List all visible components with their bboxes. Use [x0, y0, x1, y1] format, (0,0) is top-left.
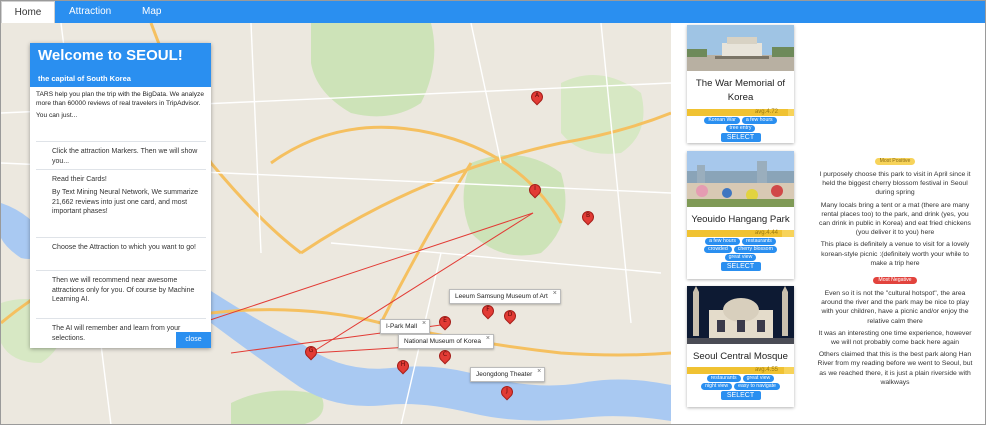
- select-button[interactable]: SELECT: [720, 262, 761, 271]
- close-icon[interactable]: ×: [537, 368, 541, 375]
- rating-bar: avg.4.72: [687, 109, 794, 116]
- map-marker-f[interactable]: F: [479, 302, 497, 321]
- card-photo: [687, 151, 794, 207]
- tag[interactable]: easy to navigate: [734, 383, 780, 390]
- tag[interactable]: crowded: [704, 246, 732, 253]
- attraction-card[interactable]: The War Memorial of Korea avg.4.72 Korea…: [687, 25, 794, 143]
- map-infowindow: National Museum of Korea ×: [398, 334, 494, 349]
- welcome-step: Then we will recommend near awesome attr…: [36, 270, 206, 318]
- tag[interactable]: Korean War: [704, 117, 740, 124]
- card-photo: [687, 25, 794, 71]
- tag-list: Korean War a few hours tree entry: [687, 116, 794, 133]
- close-icon[interactable]: ×: [422, 320, 426, 327]
- welcome-step: By Text Mining Neural Network, We summar…: [52, 189, 199, 215]
- welcome-intro: TARS help you plan the trip with the Big…: [36, 91, 208, 121]
- map-infowindow: Jeongdong Theater ×: [470, 367, 546, 382]
- tab-map[interactable]: Map: [142, 1, 161, 23]
- infowindow-label: Jeongdong Theater: [476, 371, 533, 378]
- map-marker-a[interactable]: A: [528, 88, 546, 107]
- map-infowindow: I-Park Mall ×: [380, 319, 431, 334]
- close-icon[interactable]: ×: [553, 290, 557, 297]
- welcome-title: Welcome to SEOUL!: [38, 47, 183, 64]
- welcome-intro-lead: You can just...: [36, 112, 78, 120]
- welcome-header: Welcome to SEOUL! the capital of South K…: [30, 43, 211, 87]
- card-title: The War Memorial of Korea: [695, 78, 786, 103]
- welcome-step: Choose the Attraction to which you want …: [36, 237, 206, 269]
- review-text: This place is definitely a venue to visi…: [820, 241, 970, 267]
- infowindow-label: I-Park Mall: [386, 323, 418, 330]
- review-text: It was an interesting one time experienc…: [818, 329, 972, 347]
- negative-badge: Most Negative: [873, 277, 917, 285]
- map-marker-e[interactable]: E: [436, 313, 454, 332]
- tag[interactable]: cherry blossom: [733, 246, 777, 253]
- rating-average: avg.4.72: [754, 109, 778, 115]
- review-text: I purposely choose this park to visit in…: [819, 171, 971, 197]
- card-photo: [687, 286, 794, 344]
- map-infowindow: Leeum Samsung Museum of Art ×: [449, 289, 561, 304]
- map-marker-c[interactable]: C: [436, 347, 454, 366]
- map-marker-b[interactable]: B: [579, 208, 597, 227]
- map-marker-j[interactable]: J: [498, 383, 516, 402]
- map-marker-d[interactable]: D: [501, 307, 519, 326]
- tag-list: restaurants great view night view easy to …: [687, 374, 794, 391]
- welcome-step: Read their Cards!: [36, 169, 206, 186]
- tag-list: a few hours restaurants crowded cherry blo…: [687, 237, 794, 262]
- review-text: Many locals bring a tent or a mat (there…: [819, 201, 971, 237]
- infowindow-label: National Museum of Korea: [404, 338, 481, 345]
- card-title: Yeouido Hangang Park: [691, 214, 790, 225]
- infowindow-label: Leeum Samsung Museum of Art: [455, 293, 548, 300]
- rating-bar: avg.4.44: [687, 230, 794, 237]
- tag[interactable]: restaurants: [706, 375, 741, 382]
- welcome-subtitle: the capital of South Korea: [38, 74, 131, 83]
- welcome-body: TARS help you plan the trip with the Big…: [30, 87, 211, 348]
- welcome-panel: Welcome to SEOUL! the capital of South K…: [30, 43, 211, 348]
- review-panel: Most Positive I purposely choose this pa…: [815, 149, 975, 387]
- map-marker-i[interactable]: I: [526, 181, 544, 200]
- tag[interactable]: restaurants: [741, 238, 776, 245]
- tag[interactable]: a few hours: [705, 238, 740, 245]
- positive-badge: Most Positive: [874, 158, 916, 165]
- tag[interactable]: a few hours: [741, 117, 777, 124]
- select-button[interactable]: SELECT: [720, 391, 761, 400]
- card-title: Seoul Central Mosque: [693, 351, 788, 362]
- tag[interactable]: great view: [742, 375, 775, 382]
- tag[interactable]: tree entry: [725, 125, 756, 132]
- welcome-intro-text: TARS help you plan the trip with the Big…: [36, 91, 204, 107]
- review-text: Others claimed that this is the best par…: [817, 351, 973, 386]
- rating-bar: avg.4.55: [687, 367, 794, 374]
- welcome-step: Click the attraction Markers. Then we wi…: [36, 141, 206, 168]
- select-button[interactable]: SELECT: [720, 133, 761, 142]
- close-button[interactable]: close: [176, 332, 211, 348]
- tag[interactable]: great view: [724, 254, 757, 261]
- rating-average: avg.4.55: [754, 367, 778, 373]
- review-text: Even so it is not the "cultural hotspot"…: [821, 290, 969, 325]
- attraction-card[interactable]: Yeouido Hangang Park avg.4.44 a few hour…: [687, 151, 794, 279]
- tab-home[interactable]: Home: [1, 1, 55, 23]
- map-marker-g[interactable]: G: [302, 343, 320, 362]
- tag[interactable]: night view: [701, 383, 733, 390]
- map-marker-h[interactable]: H: [394, 357, 412, 376]
- app-window: Home Attraction Map A I B F D E G H C J …: [0, 0, 986, 425]
- tab-attraction[interactable]: Attraction: [69, 1, 111, 23]
- top-nav-bar: Home Attraction Map: [1, 1, 985, 23]
- attraction-card[interactable]: Seoul Central Mosque avg.4.55 restaurant…: [687, 286, 794, 407]
- rating-average: avg.4.44: [754, 230, 778, 236]
- close-icon[interactable]: ×: [486, 335, 490, 342]
